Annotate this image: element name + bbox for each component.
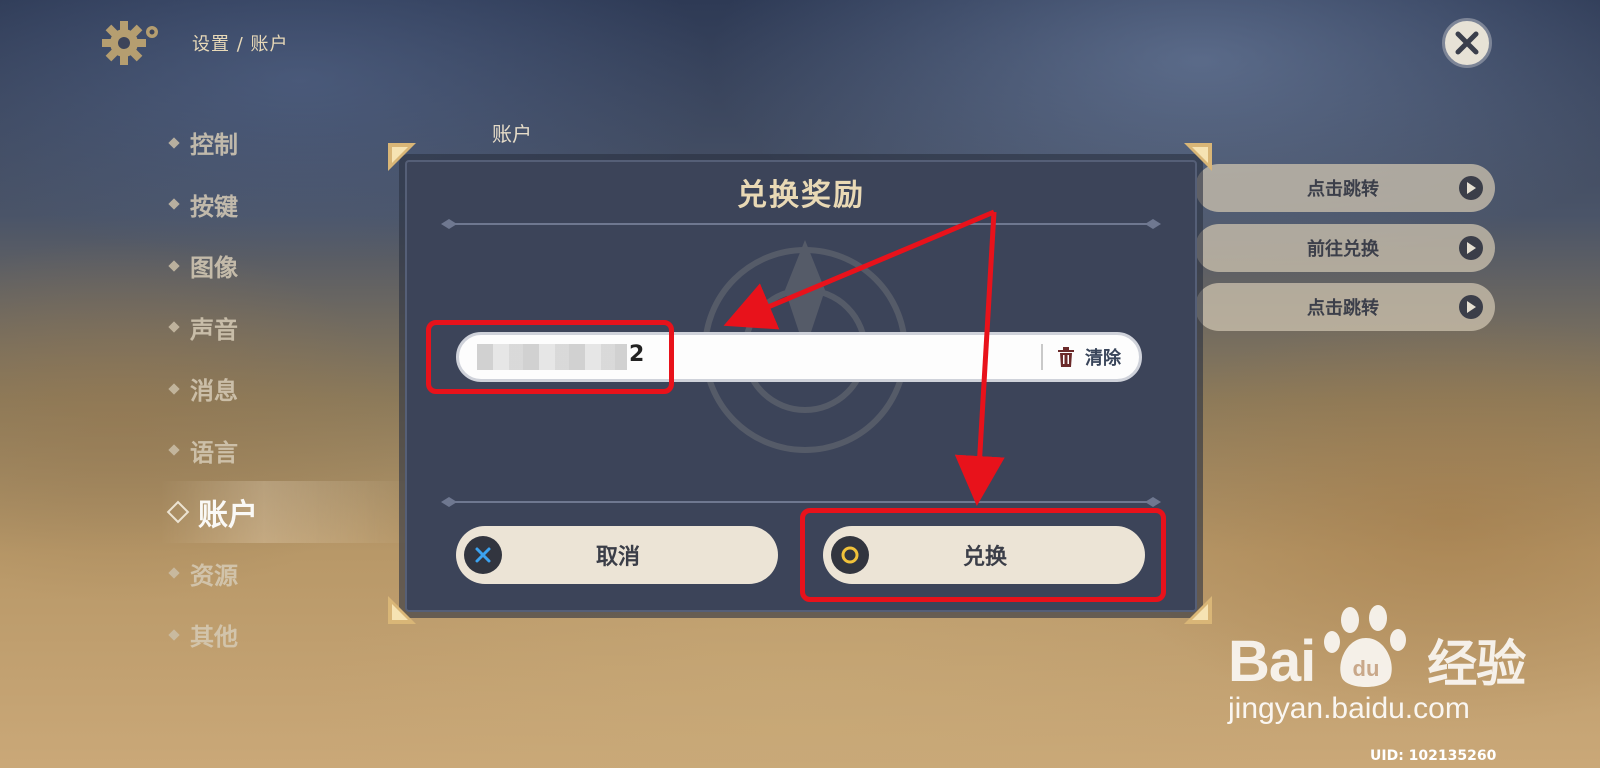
diamond-icon <box>168 260 180 272</box>
arrow-right-icon <box>1459 236 1483 260</box>
divider <box>441 497 1161 507</box>
gear-icon <box>102 21 158 65</box>
arrow-right-icon <box>1459 295 1483 319</box>
diamond-icon <box>166 500 190 524</box>
sidebar-item-label: 按键 <box>190 192 238 221</box>
sidebar-item-label: 控制 <box>190 131 238 160</box>
watermark-url: jingyan.baidu.com <box>1228 692 1470 725</box>
diamond-icon <box>168 444 180 456</box>
section-title: 账户 <box>492 122 532 146</box>
jump-button-3[interactable]: 点击跳转 <box>1195 283 1495 331</box>
close-button[interactable] <box>1442 18 1492 68</box>
sidebar-item-graphics[interactable]: 图像 <box>160 235 420 297</box>
sidebar-item-control[interactable]: 控制 <box>160 112 420 174</box>
annotation-highlight-box <box>426 320 674 394</box>
corner-ornament-icon <box>1184 596 1212 624</box>
sidebar-item-account[interactable]: 账户 <box>160 481 420 543</box>
go-redeem-button[interactable]: 前往兑换 <box>1195 224 1495 272</box>
watermark-brand: Bai 经验 <box>1228 624 1526 696</box>
settings-sidebar: 控制 按键 图像 声音 消息 语言 账户 资源 其他 <box>160 112 420 666</box>
diamond-icon <box>168 321 180 333</box>
dialog-title: 兑换奖励 <box>737 178 865 213</box>
sidebar-item-other[interactable]: 其他 <box>160 604 420 666</box>
sidebar-item-label: 资源 <box>190 561 238 590</box>
clear-button[interactable]: 清除 <box>1041 344 1139 370</box>
cancel-button[interactable]: 取消 <box>456 526 778 584</box>
watermark-brand-cn: 经验 <box>1427 635 1526 693</box>
sidebar-item-label: 图像 <box>190 254 238 283</box>
corner-ornament-icon <box>388 596 416 624</box>
sidebar-item-keys[interactable]: 按键 <box>160 174 420 236</box>
jump-button-label: 点击跳转 <box>1307 179 1379 200</box>
sidebar-item-resources[interactable]: 资源 <box>160 543 420 605</box>
sidebar-item-label: 账户 <box>198 497 258 533</box>
watermark-brand-latin: Bai <box>1228 629 1316 694</box>
close-icon <box>1455 31 1479 55</box>
divider <box>441 219 1161 229</box>
diamond-icon <box>168 137 180 149</box>
diamond-icon <box>168 383 180 395</box>
sidebar-item-label: 消息 <box>190 377 238 406</box>
trash-icon <box>1058 347 1074 367</box>
arrow-right-icon <box>1459 176 1483 200</box>
jump-button-1[interactable]: 点击跳转 <box>1195 164 1495 212</box>
diamond-icon <box>168 198 180 210</box>
corner-ornament-icon <box>388 143 416 171</box>
cross-icon <box>464 536 502 574</box>
sidebar-item-audio[interactable]: 声音 <box>160 297 420 359</box>
annotation-highlight-box <box>800 508 1166 602</box>
diamond-icon <box>168 629 180 641</box>
diamond-icon <box>168 567 180 579</box>
sidebar-item-messages[interactable]: 消息 <box>160 358 420 420</box>
jump-button-label: 前往兑换 <box>1307 239 1379 260</box>
jump-button-label: 点击跳转 <box>1307 298 1379 319</box>
sidebar-item-label: 语言 <box>190 438 238 467</box>
sidebar-item-label: 声音 <box>190 315 238 344</box>
cancel-label: 取消 <box>595 545 640 570</box>
breadcrumb: 设置 / 账户 <box>192 34 289 55</box>
corner-ornament-icon <box>1184 143 1212 171</box>
sidebar-item-label: 其他 <box>190 623 238 652</box>
uid-label: UID: 102135260 <box>1370 748 1497 764</box>
clear-label: 清除 <box>1085 348 1121 369</box>
sidebar-item-language[interactable]: 语言 <box>160 420 420 482</box>
